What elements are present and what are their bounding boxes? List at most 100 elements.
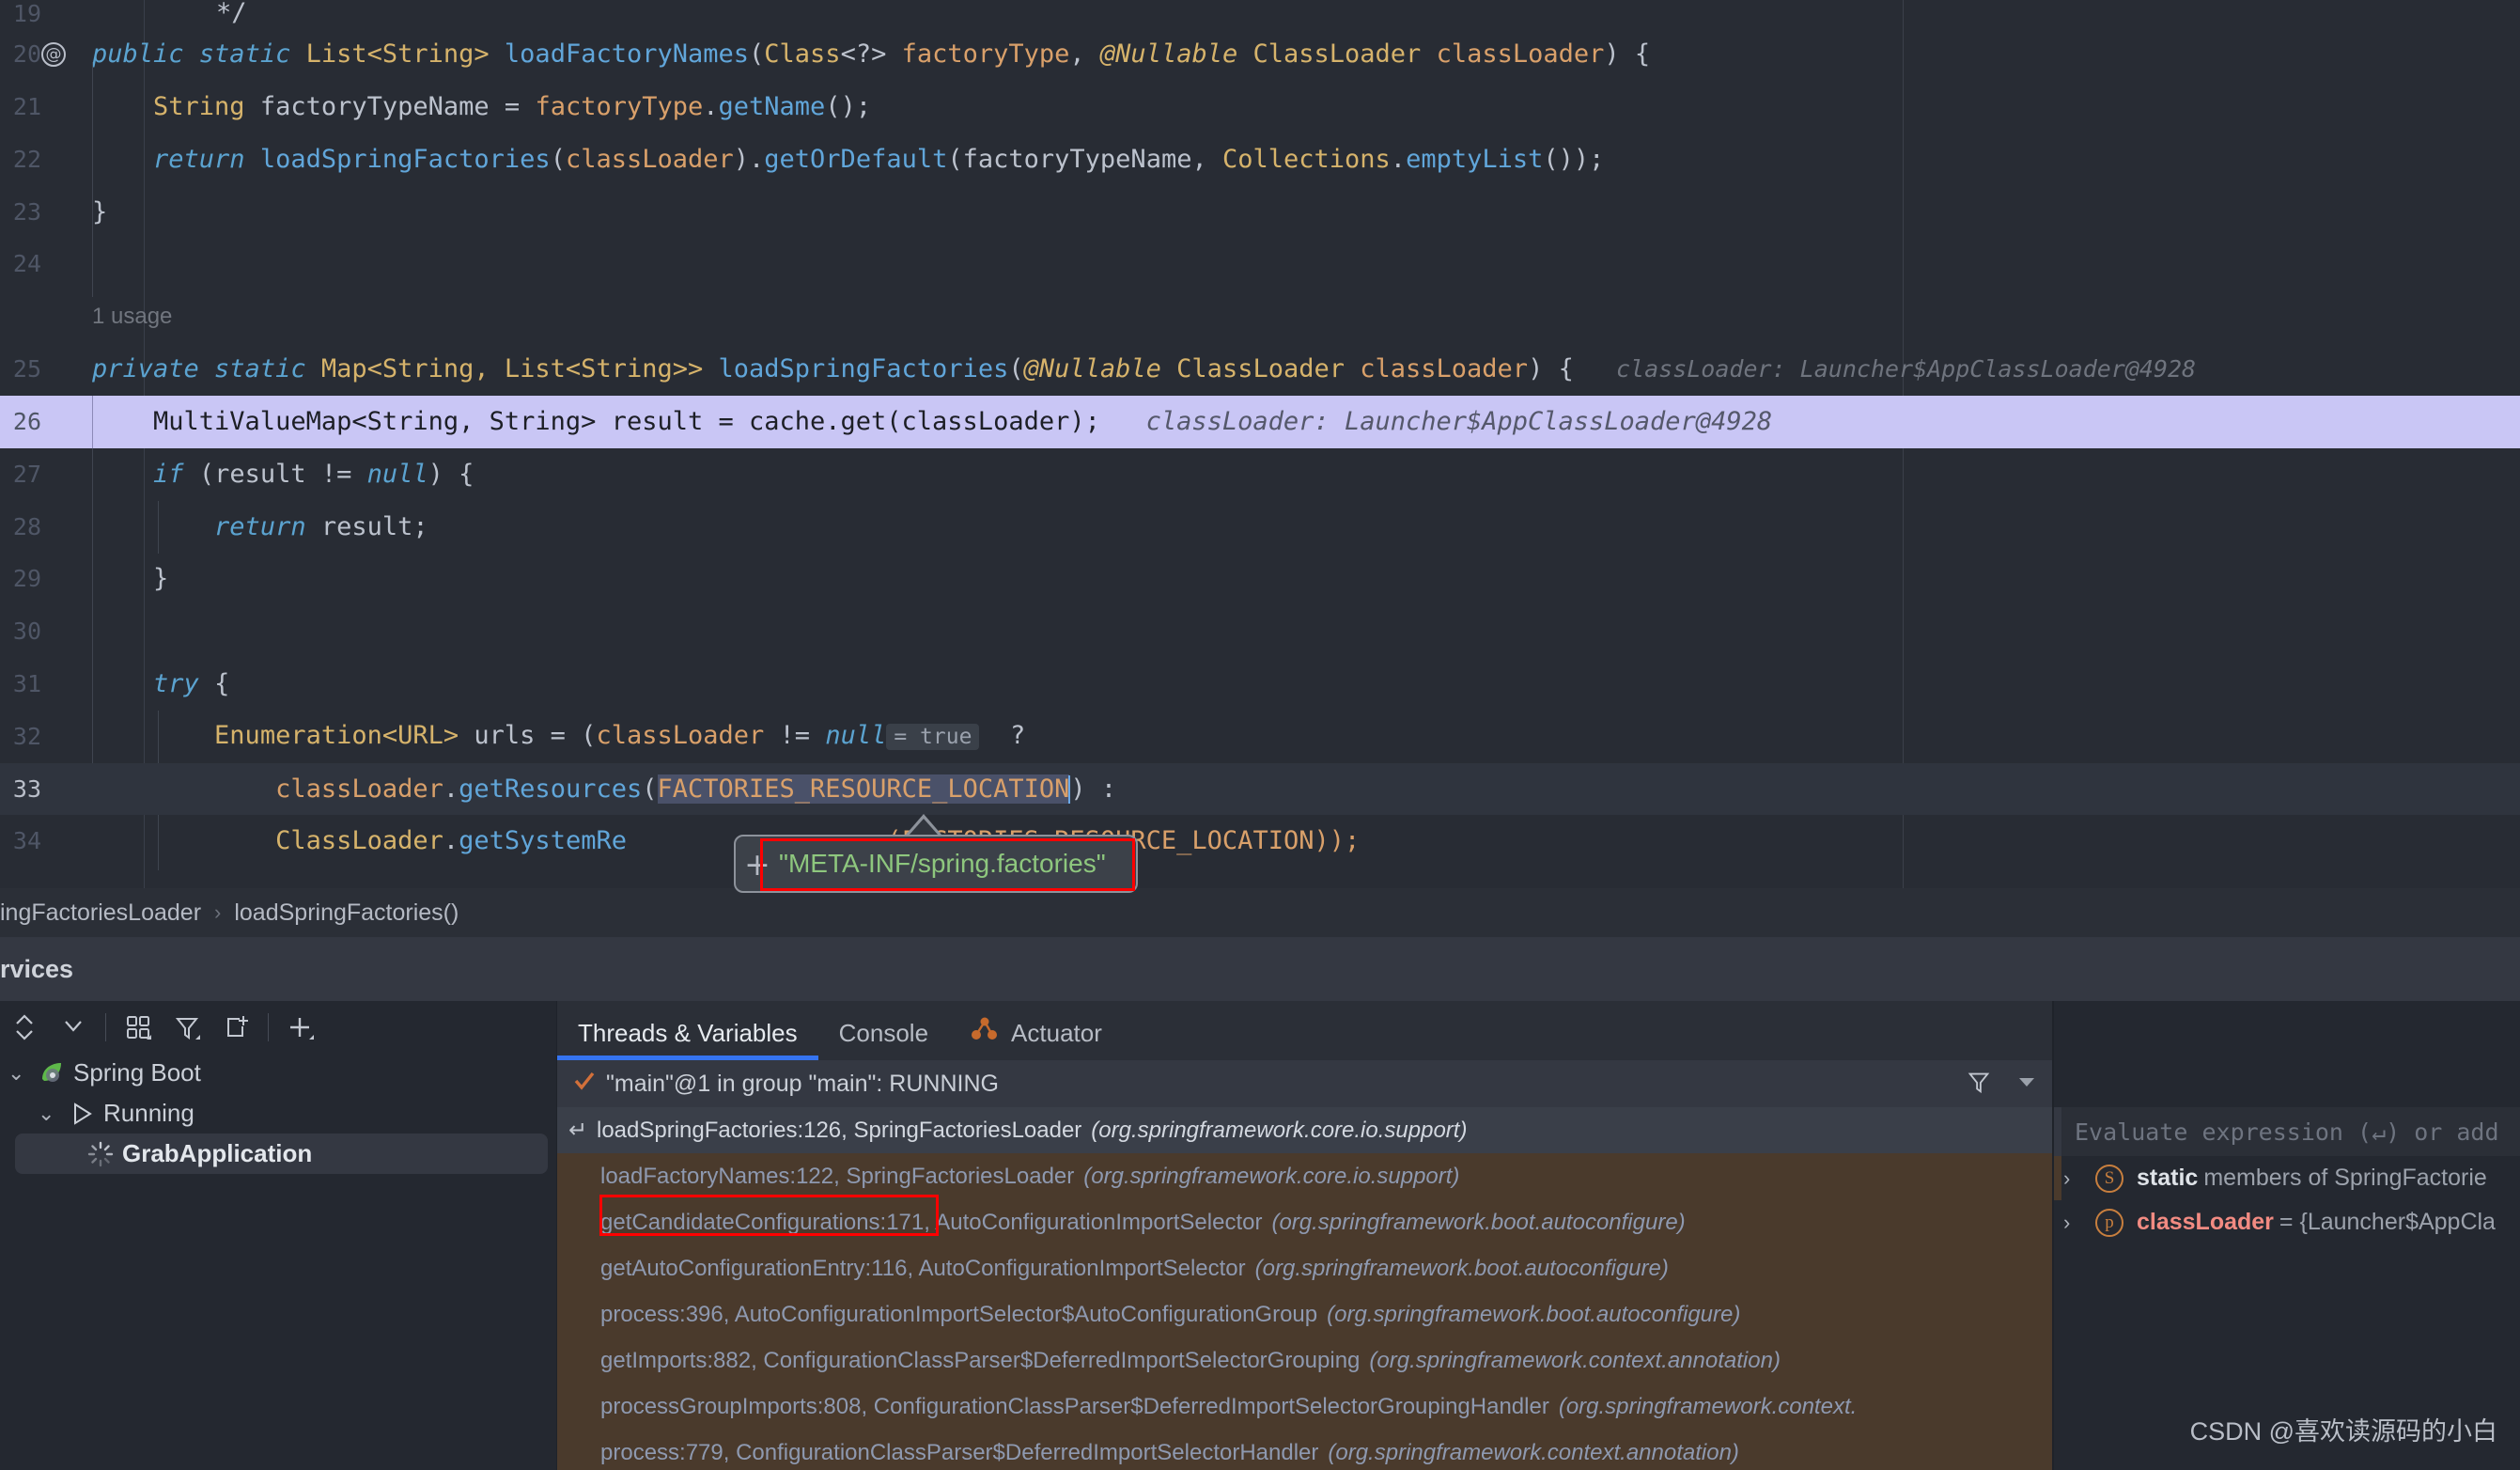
frame-package: (org.springframework.boot.autoconfigure) bbox=[1327, 1301, 1741, 1327]
code-line[interactable]: 30 bbox=[0, 605, 2520, 658]
line-number: 25 bbox=[12, 355, 41, 383]
frame-method: process:396, AutoConfigurationImportSele… bbox=[600, 1301, 1318, 1327]
tree-item-label: Spring Boot bbox=[73, 1058, 201, 1087]
line-number: 21 bbox=[12, 93, 41, 120]
frame-method: loadSpringFactories:126, SpringFactories… bbox=[597, 1117, 1082, 1143]
chevron-down-icon[interactable]: ⌄ bbox=[38, 1102, 68, 1126]
code-line[interactable]: 21 String factoryTypeName = factoryType.… bbox=[0, 62, 2520, 297]
frame-method: getAutoConfigurationEntry:116, AutoConfi… bbox=[600, 1255, 1246, 1281]
debugger-panel[interactable]: Threads & Variables Console Actuator "ma… bbox=[557, 1001, 2054, 1470]
frame-row[interactable]: getAutoConfigurationEntry:116, AutoConfi… bbox=[557, 1245, 2054, 1291]
frame-package: (org.springframework.boot.autoconfigure) bbox=[1254, 1255, 1669, 1281]
frame-package: (org.springframework.boot.autoconfigure) bbox=[1271, 1209, 1686, 1235]
breadcrumb[interactable]: ingFactoriesLoader › loadSpringFactories… bbox=[0, 888, 2520, 937]
line-number: 29 bbox=[12, 565, 41, 593]
tree-item-running[interactable]: ⌄ Running bbox=[0, 1093, 557, 1134]
add-button[interactable] bbox=[276, 1003, 325, 1052]
line-number: 32 bbox=[12, 722, 41, 750]
code-line[interactable]: 31 try { bbox=[0, 658, 2520, 711]
chevron-down-icon[interactable] bbox=[2014, 1070, 2039, 1099]
code-line[interactable]: 29 } bbox=[0, 553, 2520, 605]
filter-button[interactable] bbox=[163, 1003, 211, 1052]
thread-header-actions[interactable] bbox=[1966, 1060, 2039, 1107]
ide-window: 19 */ 20 @ public static List<String> lo… bbox=[0, 0, 2520, 1470]
frame-package: (org.springframework.context.annotation) bbox=[1369, 1347, 1781, 1373]
code-line-caret[interactable]: 33 classLoader.getResources(FACTORIES_RE… bbox=[0, 762, 2520, 816]
tab-console[interactable]: Console bbox=[818, 1006, 949, 1060]
line-number: 27 bbox=[12, 460, 41, 488]
services-tool-window-header[interactable]: rvices bbox=[0, 937, 2520, 1001]
tree-item-label: GrabApplication bbox=[122, 1139, 313, 1167]
group-by-button[interactable] bbox=[114, 1003, 163, 1052]
tab-actuator[interactable]: Actuator bbox=[949, 1006, 1123, 1060]
variable-row-static-members[interactable]: › S static members of SpringFactorie bbox=[2054, 1156, 2520, 1200]
chevron-right-icon[interactable]: › bbox=[2063, 1211, 2095, 1235]
variable-row-classloader[interactable]: › p classLoader = {Launcher$AppCla bbox=[2054, 1200, 2520, 1244]
value-tooltip[interactable]: + "META-INF/spring.factories" bbox=[734, 835, 1138, 893]
code-text: Enumeration<URL> urls = (classLoader != … bbox=[214, 720, 1026, 750]
variables-panel[interactable]: Evaluate expression (↵) or add › S stati… bbox=[2054, 1001, 2520, 1470]
code-line[interactable]: 32 Enumeration<URL> urls = (classLoader … bbox=[0, 710, 2520, 870]
debugger-tabs[interactable]: Threads & Variables Console Actuator bbox=[557, 1001, 2054, 1060]
services-toolbar[interactable] bbox=[0, 1001, 557, 1053]
breadcrumb-item-method[interactable]: loadSpringFactories() bbox=[234, 899, 459, 927]
code-editor[interactable]: 19 */ 20 @ public static List<String> lo… bbox=[0, 0, 2520, 893]
frame-row[interactable]: processGroupImports:808, ConfigurationCl… bbox=[557, 1384, 2054, 1430]
thread-header[interactable]: "main"@1 in group "main": RUNNING bbox=[557, 1060, 2054, 1107]
tree-item-spring-boot[interactable]: ⌄ Spring Boot bbox=[0, 1053, 557, 1093]
code-line[interactable]: 20 @ public static List<String> loadFact… bbox=[0, 28, 2520, 81]
line-number: 31 bbox=[12, 669, 41, 697]
close-button[interactable] bbox=[49, 1003, 98, 1052]
code-line-executing[interactable]: 26 MultiValueMap<String, String> result … bbox=[0, 395, 2520, 448]
frame-row[interactable]: getCandidateConfigurations:171, AutoConf… bbox=[557, 1199, 2054, 1245]
code-line[interactable]: 24 bbox=[0, 238, 2520, 290]
variables-gutter-top bbox=[2054, 1107, 2061, 1156]
services-panel[interactable]: ⌄ Spring Boot ⌄ Running GrabApplication bbox=[0, 1001, 557, 1470]
variable-value: = {Launcher$AppCla bbox=[2279, 1209, 2496, 1235]
code-text: classLoader.getResources(FACTORIES_RESOU… bbox=[275, 774, 1117, 805]
frame-row[interactable]: process:779, ConfigurationClassParser$De… bbox=[557, 1430, 2054, 1470]
services-tree[interactable]: ⌄ Spring Boot ⌄ Running GrabApplication bbox=[0, 1053, 557, 1174]
line-number: 23 bbox=[12, 197, 41, 226]
frame-row[interactable]: getImports:882, ConfigurationClassParser… bbox=[557, 1337, 2054, 1384]
code-text: String factoryTypeName = factoryType.get… bbox=[153, 92, 872, 121]
plus-icon[interactable]: + bbox=[736, 849, 779, 880]
expand-collapse-button[interactable] bbox=[0, 1003, 49, 1052]
tab-threads-variables[interactable]: Threads & Variables bbox=[557, 1006, 818, 1060]
code-line[interactable]: 34 ClassLoader.getSystemRe (FACTORIES_RE… bbox=[0, 815, 2520, 868]
code-line[interactable]: 25 private static Map<String, List<Strin… bbox=[0, 343, 2520, 396]
code-line[interactable]: 19 */ bbox=[0, 0, 2520, 28]
annotation-fold-icon[interactable]: @ bbox=[41, 42, 66, 67]
selected-text[interactable]: FACTORIES_RESOURCE_LOCATION bbox=[657, 774, 1070, 804]
line-number: 20 bbox=[12, 40, 41, 69]
chevron-down-icon[interactable]: ⌄ bbox=[8, 1061, 38, 1086]
code-line[interactable]: 22 return loadSpringFactories(classLoade… bbox=[0, 133, 2520, 186]
usage-count-label[interactable]: 1 usage bbox=[92, 290, 172, 343]
inlay-hint: = true bbox=[886, 723, 980, 750]
spring-boot-leaf-icon bbox=[38, 1060, 73, 1087]
frame-row[interactable]: process:396, AutoConfigurationImportSele… bbox=[557, 1291, 2054, 1337]
code-line[interactable]: 23 } bbox=[0, 186, 2520, 239]
tab-label: Threads & Variables bbox=[578, 1018, 798, 1047]
code-line[interactable]: 28 return result; bbox=[0, 500, 2520, 554]
code-text: return result; bbox=[214, 511, 428, 541]
chevron-right-icon[interactable]: › bbox=[2063, 1166, 2095, 1191]
frame-method: loadFactoryNames:122, SpringFactoriesLoa… bbox=[600, 1163, 1075, 1189]
frame-package: (org.springframework.core.io.support) bbox=[1091, 1117, 1468, 1143]
usage-hint-row[interactable]: 1 usage bbox=[0, 290, 2520, 343]
line-number: 34 bbox=[12, 827, 41, 855]
frame-method: getCandidateConfigurations:171, AutoConf… bbox=[600, 1209, 1263, 1235]
breadcrumb-item-class[interactable]: ingFactoriesLoader bbox=[0, 899, 201, 927]
line-number: 28 bbox=[12, 512, 41, 540]
chevron-right-icon: › bbox=[214, 900, 222, 924]
add-tab-button[interactable] bbox=[211, 1003, 260, 1052]
frame-row[interactable]: loadFactoryNames:122, SpringFactoriesLoa… bbox=[557, 1153, 2054, 1199]
filter-icon[interactable] bbox=[1966, 1069, 1992, 1100]
evaluate-expression-input[interactable]: Evaluate expression (↵) or add bbox=[2061, 1107, 2520, 1156]
call-stack-frames[interactable]: ↵ loadSpringFactories:126, SpringFactori… bbox=[557, 1107, 2054, 1470]
line-number: 24 bbox=[12, 250, 41, 278]
code-line[interactable]: 27 if (result != null) { bbox=[0, 447, 2520, 815]
frame-row[interactable]: ↵ loadSpringFactories:126, SpringFactori… bbox=[557, 1107, 2054, 1153]
tree-item-grabapplication[interactable]: GrabApplication bbox=[15, 1134, 548, 1174]
variable-name: classLoader bbox=[2137, 1209, 2274, 1235]
